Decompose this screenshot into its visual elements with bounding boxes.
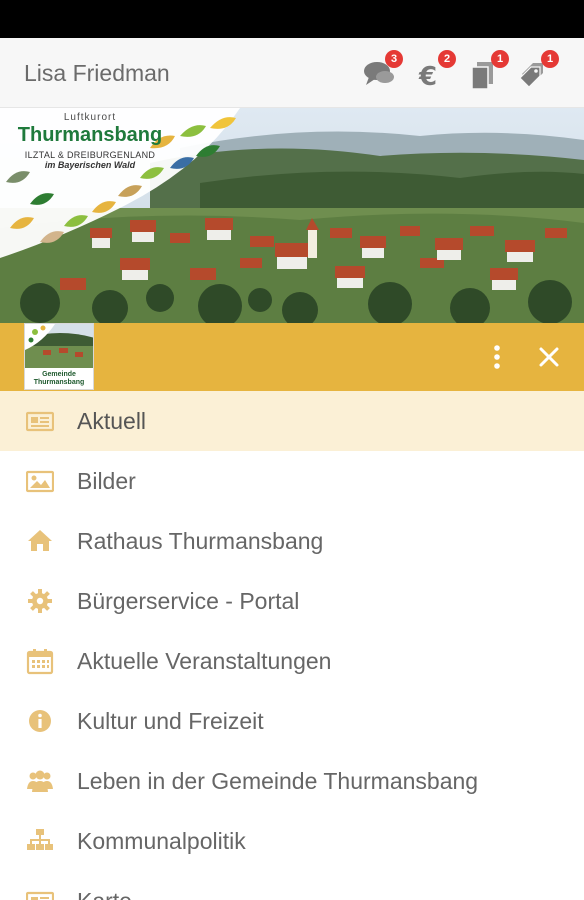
menu-item-label: Kommunalpolitik [77,828,246,854]
menu-item-label: Karte [77,888,132,900]
logo-name: Thurmansbang [17,124,163,146]
thumbnail-photo [25,324,93,368]
municipality-logo: Luftkurort Thurmansbang ILZTAL & DREIBUR… [0,112,180,170]
payments-badge: 2 [438,50,456,68]
home-icon [28,530,52,551]
thumbnail-caption: Gemeinde Thurmansbang [25,371,93,387]
drawer-logo-thumbnail: Gemeinde Thurmansbang [24,323,94,390]
menu-item-label: Aktuelle Veranstaltungen [77,648,332,674]
menu-item-veranstaltungen[interactable]: Aktuelle Veranstaltungen [0,631,584,691]
info-icon [29,710,51,732]
image-icon [26,470,54,493]
menu-item-label: Leben in der Gemeinde Thurmansbang [77,768,479,794]
users-icon [27,770,53,792]
header-banner: Luftkurort Thurmansbang ILZTAL & DREIBUR… [0,108,584,323]
gear-icon [28,589,52,613]
menu-item-karte[interactable]: Karte [0,871,584,900]
close-drawer-button[interactable] [534,341,564,373]
status-bar [0,0,584,38]
menu-item-rathaus[interactable]: Rathaus Thurmansbang [0,511,584,571]
chat-badge: 3 [385,50,403,68]
drawer-header: Gemeinde Thurmansbang [0,323,584,391]
menu-item-leben[interactable]: Leben in der Gemeinde Thurmansbang [0,751,584,811]
calendar-icon [26,649,54,675]
app-bar: Lisa Friedman 3 € 2 1 1 [0,38,584,108]
more-vert-icon [494,345,500,369]
logo-forest: im Bayerischen Wald [44,160,136,170]
menu-item-kultur[interactable]: Kultur und Freizeit [0,691,584,751]
thumbnail-caption-line-2: Thurmansbang [33,379,85,386]
menu-item-kommunalpolitik[interactable]: Kommunalpolitik [0,811,584,871]
more-options-button[interactable] [482,341,512,373]
sitemap-icon [27,829,53,850]
logo-region: ILZTAL & DREIBURGENLAND [24,150,156,160]
tags-badge: 1 [541,50,559,68]
documents-badge: 1 [491,50,509,68]
newspaper-icon [26,411,54,432]
menu-item-label: Bürgerservice - Portal [77,588,300,614]
menu-item-label: Rathaus Thurmansbang [77,528,324,554]
navigation-menu: Aktuell Bilder Rathaus Thurmansbang Bürg… [0,391,584,900]
close-icon [539,347,559,367]
chat-button[interactable]: 3 [361,50,403,92]
svg-text:€: € [418,62,437,90]
newspaper-icon [26,891,54,900]
menu-item-label: Aktuell [77,408,147,434]
logo-tagline: Luftkurort [63,112,117,123]
menu-item-bilder[interactable]: Bilder [0,451,584,511]
thumbnail-caption-line-1: Gemeinde [42,371,76,378]
menu-item-buergerservice[interactable]: Bürgerservice - Portal [0,571,584,631]
user-name: Lisa Friedman [24,60,170,86]
documents-button[interactable]: 1 [467,50,509,92]
menu-item-aktuell[interactable]: Aktuell [0,391,584,451]
payments-button[interactable]: € 2 [414,50,456,92]
tags-button[interactable]: 1 [517,50,559,92]
menu-item-label: Kultur und Freizeit [77,708,264,734]
menu-item-label: Bilder [77,468,136,494]
